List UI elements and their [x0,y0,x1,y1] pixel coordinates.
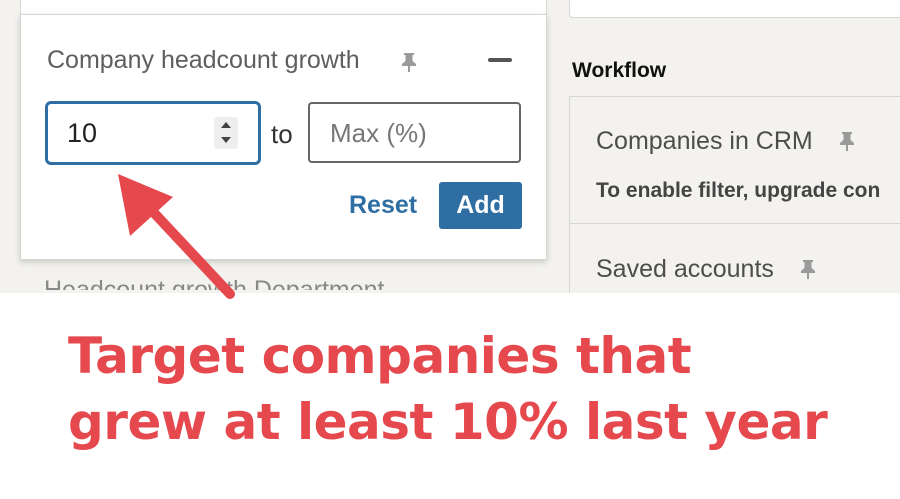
next-filter-label: Headcount growth Department [44,276,385,290]
workflow-heading: Workflow [572,59,667,82]
workflow-item-title: Companies in CRM [596,127,813,155]
pin-icon[interactable] [837,130,857,152]
max-percent-placeholder: Max (%) [330,118,427,148]
filter-title: Company headcount growth [47,46,360,74]
number-stepper[interactable] [214,117,238,149]
reset-button[interactable]: Reset [349,191,417,220]
workflow-item-title: Saved accounts [596,255,774,283]
caption-line-2: grew at least 10% last year [68,393,828,451]
workflow-item-companies-in-crm[interactable]: Companies in CRM To enable filter, upgra… [570,97,900,224]
next-filter-row: Headcount growth Department [44,276,514,290]
min-percent-value: 10 [67,118,98,148]
linkedin-sales-navigator-view: Company headcount growth 10 to Max (%) R… [0,0,900,293]
workflow-item-saved-accounts[interactable]: Saved accounts [570,225,900,293]
headcount-growth-filter-card: Company headcount growth 10 to Max (%) R… [20,14,547,260]
collapse-icon[interactable] [485,45,515,71]
workflow-item-subtitle: To enable filter, upgrade con [596,179,881,202]
stepper-up-icon[interactable] [221,122,231,128]
caption-line-1: Target companies that [68,327,692,385]
range-separator-label: to [271,119,293,149]
add-button[interactable]: Add [439,182,522,229]
previous-section-box [569,0,900,18]
max-percent-input[interactable]: Max (%) [308,102,521,163]
annotation-caption: Target companies that grew at least 10% … [68,323,888,455]
workflow-panel: Companies in CRM To enable filter, upgra… [569,96,900,293]
pin-icon[interactable] [399,51,419,73]
min-percent-input[interactable]: 10 [45,101,261,165]
stepper-down-icon[interactable] [221,137,231,143]
pin-icon[interactable] [798,258,818,280]
